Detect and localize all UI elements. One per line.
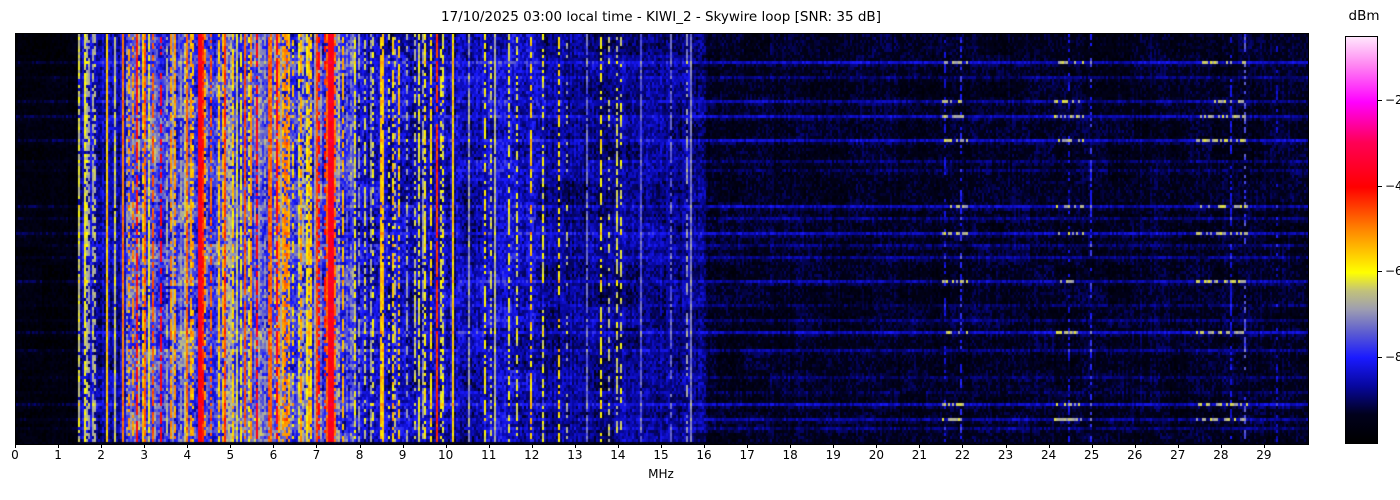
x-tick-label: 10 <box>438 448 454 462</box>
x-tick-label: 13 <box>567 448 583 462</box>
x-tick-label: 20 <box>868 448 884 462</box>
x-tick-label: 6 <box>269 448 278 462</box>
colorbar-tick-label: −40 <box>1385 178 1400 193</box>
x-tick-label: 17 <box>739 448 755 462</box>
x-axis-label: MHz <box>648 467 674 481</box>
x-tick-label: 7 <box>312 448 321 462</box>
colorbar-unit-label: dBm <box>1348 8 1380 24</box>
colorbar-tick <box>1378 100 1382 102</box>
waterfall-canvas <box>16 34 1308 444</box>
x-tick-label: 0 <box>11 448 19 462</box>
x-tick-label: 5 <box>226 448 235 462</box>
x-tick-label: 25 <box>1084 448 1100 462</box>
colorbar <box>1345 36 1378 444</box>
colorbar-tick <box>1378 356 1382 358</box>
colorbar-tick <box>1378 271 1382 273</box>
x-tick-label: 27 <box>1170 448 1186 462</box>
colorbar-tick-label: −20 <box>1385 93 1400 108</box>
x-tick-label: 29 <box>1256 448 1272 462</box>
x-tick-label: 21 <box>911 448 928 462</box>
colorbar-tick-label: −80 <box>1385 349 1400 364</box>
colorbar-tick <box>1378 185 1382 187</box>
x-tick-label: 11 <box>481 448 497 462</box>
x-tick-label: 28 <box>1213 448 1229 462</box>
spectrogram-figure: 17/10/2025 03:00 local time - KIWI_2 - S… <box>0 0 1400 500</box>
x-tick-label: 23 <box>997 448 1014 462</box>
x-tick-label: 9 <box>398 448 407 462</box>
x-tick-label: 8 <box>355 448 364 462</box>
x-tick-label: 4 <box>183 448 192 462</box>
x-tick-label: 3 <box>140 448 148 462</box>
waterfall-plot-area <box>15 33 1309 445</box>
colorbar-tick-label: −60 <box>1385 264 1400 279</box>
x-tick-label: 24 <box>1040 448 1057 462</box>
x-tick-label: 22 <box>954 448 971 462</box>
figure-title: 17/10/2025 03:00 local time - KIWI_2 - S… <box>441 9 881 25</box>
x-tick-label: 18 <box>782 448 798 462</box>
x-tick-label: 12 <box>524 448 540 462</box>
x-tick-label: 2 <box>97 448 105 462</box>
colorbar-gradient <box>1346 37 1377 443</box>
x-tick-label: 26 <box>1127 448 1143 462</box>
x-tick-label: 14 <box>610 448 626 462</box>
x-tick-label: 19 <box>825 448 841 462</box>
x-tick-label: 16 <box>696 448 712 462</box>
x-tick-label: 15 <box>653 448 669 462</box>
x-tick-label: 1 <box>54 448 62 462</box>
